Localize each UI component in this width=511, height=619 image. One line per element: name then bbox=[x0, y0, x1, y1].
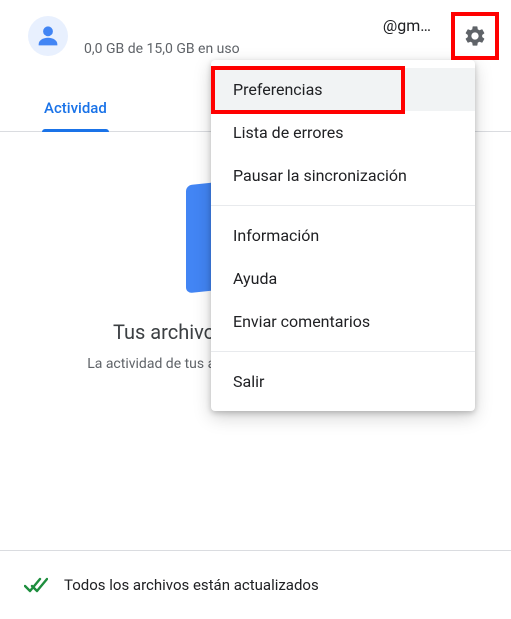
menu-about[interactable]: Información bbox=[211, 214, 475, 257]
footer: Todos los archivos están actualizados bbox=[0, 550, 511, 619]
menu-divider bbox=[211, 205, 475, 206]
menu-divider bbox=[211, 351, 475, 352]
account-email: @gm… bbox=[84, 16, 491, 35]
menu-error-list[interactable]: Lista de errores bbox=[211, 111, 475, 154]
menu-quit[interactable]: Salir bbox=[211, 360, 475, 403]
tab-activity[interactable]: Actividad bbox=[24, 85, 127, 131]
avatar[interactable] bbox=[28, 16, 68, 56]
double-check-icon bbox=[24, 573, 48, 597]
menu-feedback[interactable]: Enviar comentarios bbox=[211, 300, 475, 343]
account-info: @gm… 0,0 GB de 15,0 GB en uso bbox=[84, 16, 491, 57]
gear-icon bbox=[463, 24, 487, 48]
storage-usage: 0,0 GB de 15,0 GB en uso bbox=[84, 41, 491, 57]
footer-status: Todos los archivos están actualizados bbox=[64, 576, 319, 594]
person-icon bbox=[34, 22, 62, 50]
menu-help[interactable]: Ayuda bbox=[211, 257, 475, 300]
settings-button[interactable] bbox=[455, 16, 495, 56]
header: @gm… 0,0 GB de 15,0 GB en uso bbox=[0, 0, 511, 65]
menu-pause-sync[interactable]: Pausar la sincronización bbox=[211, 154, 475, 197]
settings-menu: Preferencias Lista de errores Pausar la … bbox=[211, 60, 475, 411]
menu-preferences[interactable]: Preferencias bbox=[211, 68, 475, 111]
